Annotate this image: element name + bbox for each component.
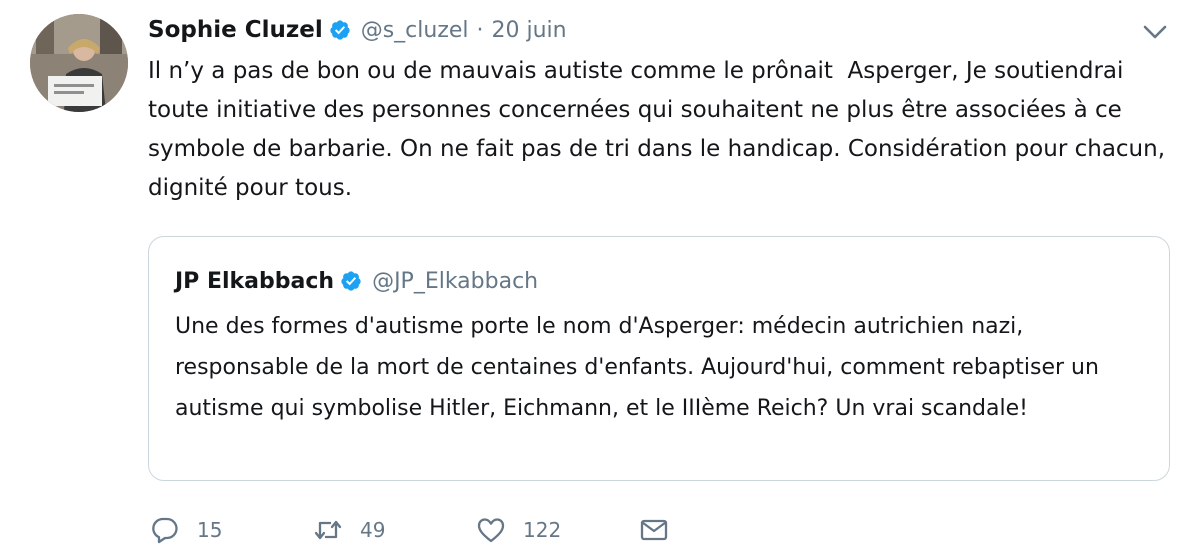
quoted-author-name[interactable]: JP Elkabbach [175, 269, 334, 294]
tweet-actions: 15 49 122 [150, 508, 679, 552]
direct-message-button[interactable] [639, 515, 679, 545]
author-handle[interactable]: @s_cluzel [361, 18, 469, 43]
tweet-date[interactable]: 20 juin [492, 18, 567, 43]
verified-badge-icon [340, 270, 362, 292]
separator-dot: · [476, 17, 484, 43]
quoted-author-handle[interactable]: @JP_Elkabbach [372, 269, 538, 294]
reply-icon [150, 515, 180, 545]
author-avatar[interactable] [30, 14, 128, 112]
reply-button[interactable]: 15 [150, 515, 313, 545]
envelope-icon [639, 515, 669, 545]
reply-count: 15 [197, 518, 223, 542]
heart-icon [476, 515, 506, 545]
tweet-text: Il n’y a pas de bon ou de mauvais autist… [148, 58, 1173, 201]
quoted-tweet-text: Une des formes d'autisme porte le nom d'… [175, 314, 1099, 421]
tweet-card[interactable]: Sophie Cluzel @s_cluzel · 20 juin Il n’y… [0, 0, 1200, 556]
retweet-button[interactable]: 49 [313, 515, 476, 545]
retweet-icon [313, 515, 343, 545]
retweet-count: 49 [360, 518, 386, 542]
tweet-header: Sophie Cluzel @s_cluzel · 20 juin [148, 10, 567, 50]
quoted-tweet[interactable]: JP Elkabbach @JP_Elkabbach Une des forme… [148, 236, 1170, 481]
quoted-tweet-header: JP Elkabbach @JP_Elkabbach [175, 263, 538, 299]
chevron-down-icon[interactable] [1141, 21, 1169, 43]
author-name[interactable]: Sophie Cluzel [148, 17, 323, 43]
like-count: 122 [523, 518, 562, 542]
like-button[interactable]: 122 [476, 515, 639, 545]
verified-badge-icon [329, 19, 351, 41]
